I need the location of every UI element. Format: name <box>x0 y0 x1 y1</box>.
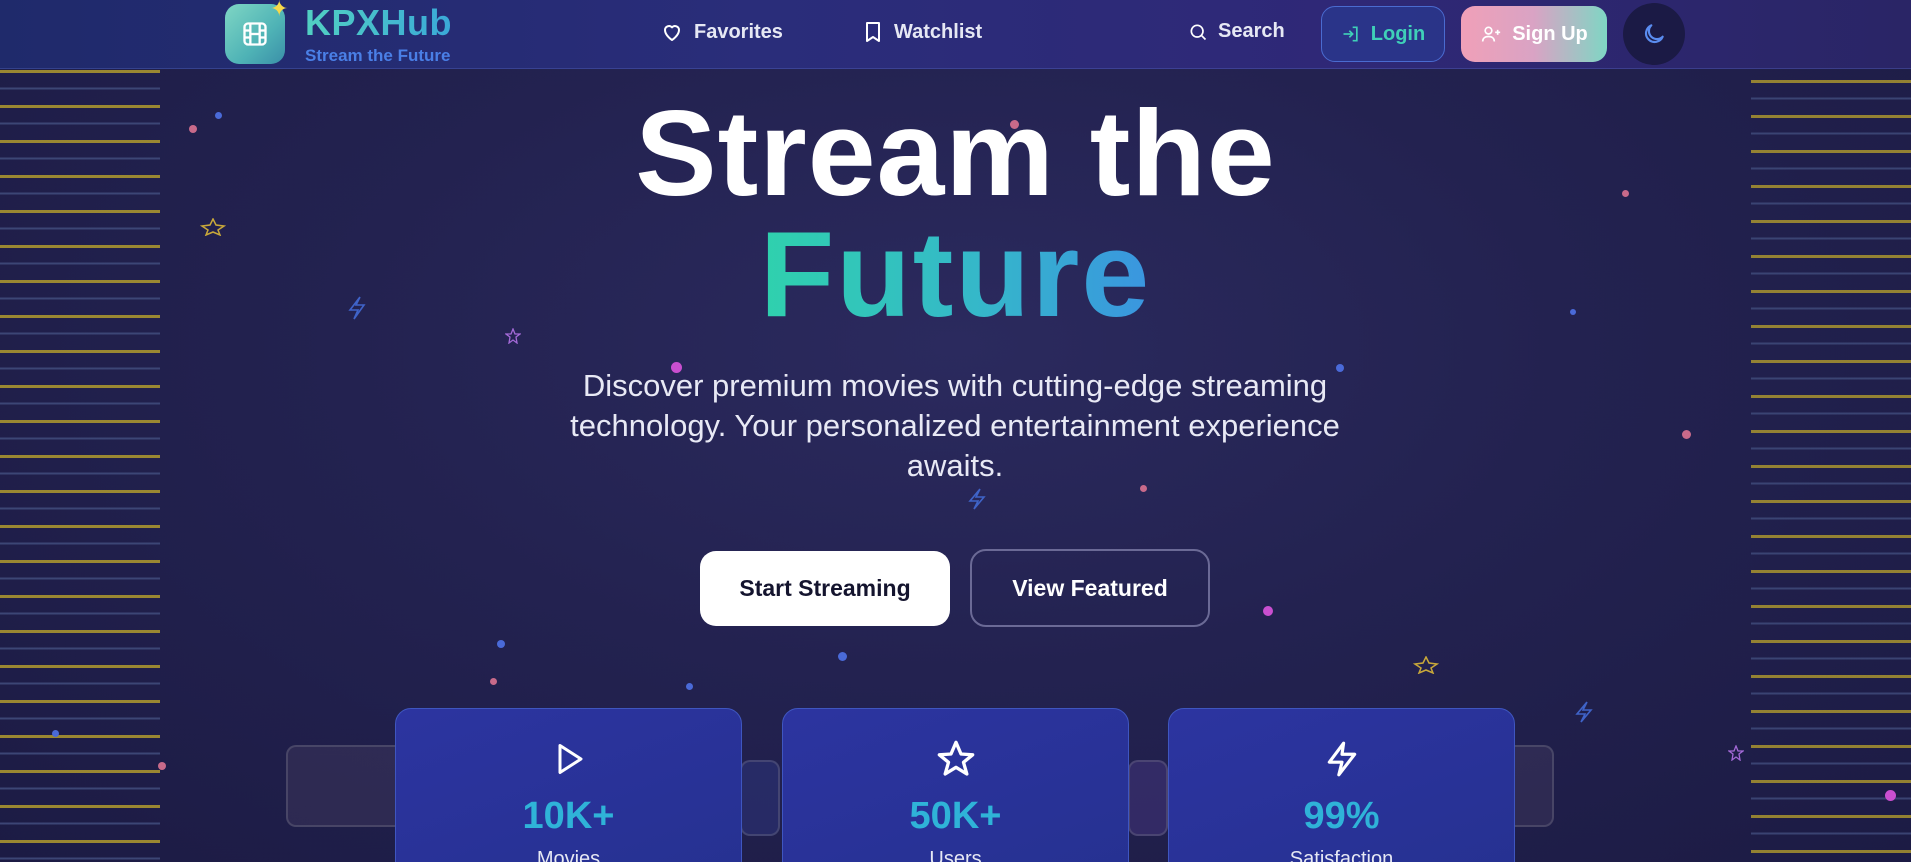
stat-label: Users <box>929 848 982 862</box>
film-icon <box>243 22 267 46</box>
brand-title[interactable]: KPXHub <box>305 2 452 44</box>
play-icon <box>558 744 582 774</box>
star-icon <box>937 740 974 776</box>
moon-icon <box>1644 24 1664 44</box>
login-button[interactable]: Login <box>1321 6 1445 62</box>
search-label: Search <box>1218 20 1285 42</box>
particle-dot <box>1682 430 1691 439</box>
bolt-decor-icon <box>1575 701 1593 723</box>
nav-favorites-label: Favorites <box>694 20 783 43</box>
hero-title-highlight: Future <box>759 206 1152 342</box>
nav-watchlist-label: Watchlist <box>894 20 983 43</box>
particle-dot <box>1140 485 1147 492</box>
particle-dot <box>1885 790 1896 801</box>
user-plus-icon <box>1482 26 1501 42</box>
stat-card-satisfaction: 99% Satisfaction <box>1168 708 1515 862</box>
signup-label: Sign Up <box>1512 22 1588 45</box>
sparkle-icon <box>1413 656 1439 674</box>
background-card <box>1128 760 1168 836</box>
hero-description: Discover premium movies with cutting-edg… <box>570 368 1340 483</box>
bookmark-icon <box>866 22 880 42</box>
background-card <box>286 745 406 827</box>
view-featured-button[interactable]: View Featured <box>970 549 1210 627</box>
particle-dot <box>158 762 166 770</box>
signup-button[interactable]: Sign Up <box>1461 6 1607 62</box>
stat-card-users: 50K+ Users <box>782 708 1129 862</box>
zap-icon <box>1327 741 1356 777</box>
heart-icon <box>664 25 680 41</box>
particle-dot <box>497 640 505 648</box>
background-card <box>740 760 780 836</box>
stat-value: 99% <box>1303 795 1380 837</box>
particle-dot <box>686 683 693 690</box>
login-icon <box>1343 26 1358 42</box>
particle-dot <box>838 652 847 661</box>
particle-dot <box>52 730 59 737</box>
top-navigation-bar: ✦ KPXHub Stream the Future Favorites Wat… <box>0 0 1911 69</box>
theme-toggle-button[interactable] <box>1623 3 1685 65</box>
nav-watchlist[interactable]: Watchlist <box>862 20 982 44</box>
hero-title-line2: Future <box>0 213 1911 335</box>
nav-favorites[interactable]: Favorites <box>660 20 783 44</box>
stat-label: Movies <box>536 848 601 862</box>
stat-card-movies: 10K+ Movies <box>395 708 742 862</box>
hero-title-line1: Stream the <box>635 85 1276 221</box>
stat-value: 10K+ <box>522 795 615 837</box>
stat-value: 50K+ <box>909 795 1002 837</box>
sparkle-icon: ✦ <box>270 0 289 21</box>
brand-tagline: Stream the Future <box>305 46 451 65</box>
particle-dot <box>490 678 497 685</box>
login-label: Login <box>1370 22 1426 45</box>
stat-label: Satisfaction <box>1289 848 1394 862</box>
bolt-decor-icon <box>968 488 986 510</box>
search-button[interactable]: Search <box>1188 20 1285 43</box>
start-streaming-button[interactable]: Start Streaming <box>700 551 950 626</box>
star-outline-icon <box>1728 745 1744 761</box>
particle-dot <box>1263 606 1273 616</box>
search-icon <box>1190 24 1207 40</box>
